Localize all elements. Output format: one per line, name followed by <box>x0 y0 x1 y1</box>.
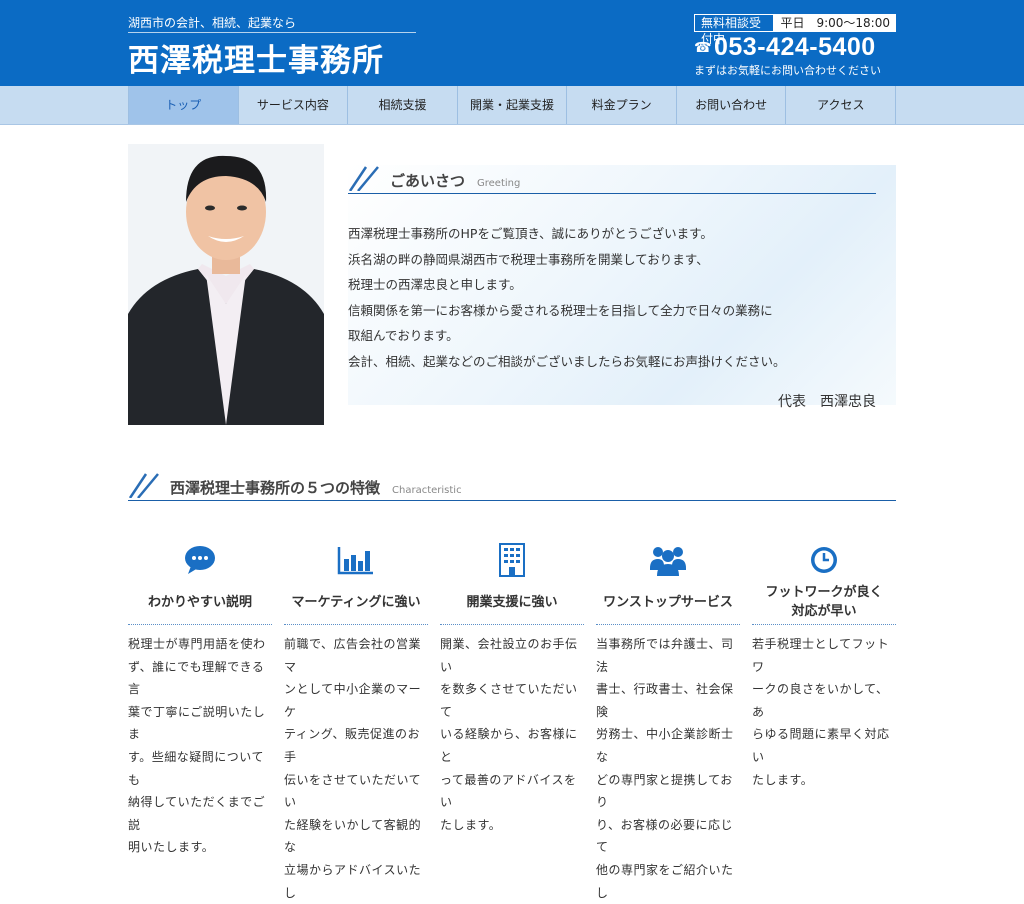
nav-item-services[interactable]: サービス内容 <box>237 86 348 124</box>
greeting-message: 西澤税理士事務所のHPをご覧頂き、誠にありがとうございます。 浜名湖の畔の静岡県… <box>348 223 786 376</box>
feature-title: わかりやすい説明 <box>128 580 272 625</box>
feature-body: 当事務所では弁護士、司法 書士、行政書士、社会保険 労務士、中小企業診断士な ど… <box>596 633 740 904</box>
nav-item-startup[interactable]: 開業・起業支援 <box>456 86 567 124</box>
clock-icon <box>752 540 896 580</box>
feature-body-line: って最善のアドバイスをい <box>440 772 577 810</box>
feature-body-line: たします。 <box>440 817 502 832</box>
group-icon <box>596 540 740 580</box>
feature-body-line: た経験をいかして客観的な <box>284 817 422 855</box>
feature-body-line: 明いたします。 <box>128 840 215 855</box>
feature-body-line: 納得していただくまでご説 <box>128 795 266 832</box>
contact-box: 無料相談受付中 平日 9:00～18:00 ☎ 053-424-5400 まずは… <box>694 14 896 78</box>
greeting-line: 浜名湖の畔の静岡県湖西市で税理士事務所を開業しております、 <box>348 251 709 267</box>
feature-body: 前職で、広告会社の営業マ ンとして中小企業のマーケ ティング、販売促進のお手 伝… <box>284 633 428 904</box>
feature-body-line: す。些細な疑問についても <box>128 749 264 787</box>
feature-body-line: ず、誰にでも理解できる言 <box>128 659 265 697</box>
free-consultation-label: 無料相談受付中 <box>694 14 775 46</box>
feature-body-line: いる経験から、お客様にと <box>440 727 578 764</box>
greeting-heading: ごあいさつ Greeting <box>348 165 876 194</box>
greeting-line: 会計、相続、起業などのご相談がございましたらお気軽にお声掛けください。 <box>348 353 786 369</box>
greeting-panel: ごあいさつ Greeting 西澤税理士事務所のHPをご覧頂き、誠にありがとうご… <box>348 165 896 410</box>
phone-note: まずはお気軽にお問い合わせください <box>694 64 881 77</box>
greeting-subtitle: Greeting <box>477 178 521 189</box>
business-hours: 平日 9:00～18:00 <box>774 14 896 32</box>
feature-body-line: を数多くさせていただいて <box>440 682 578 719</box>
feature-title: マーケティングに強い <box>284 580 428 625</box>
global-nav: トップ サービス内容 相続支援 開業・起業支援 料金プラン お問い合わせ アクセ… <box>0 86 1024 125</box>
feature-body-line: 立場からアドバイスいたし <box>284 862 422 900</box>
feature-body-line: 開業、会社設立のお手伝い <box>440 637 578 674</box>
greeting-line: 西澤税理士事務所のHPをご覧頂き、誠にありがとうございます。 <box>348 226 713 241</box>
feature-body-line: 労務士、中小企業診断士な <box>596 727 734 764</box>
nav-item-top[interactable]: トップ <box>128 86 238 124</box>
building-icon <box>440 540 584 580</box>
phone-number[interactable]: 053-424-5400 <box>714 33 876 62</box>
feature-body-line: 書士、行政書士、社会保険 <box>596 682 734 719</box>
representative-photo <box>128 144 324 425</box>
greeting-section: ごあいさつ Greeting 西澤税理士事務所のHPをご覧頂き、誠にありがとうご… <box>128 144 896 425</box>
feature-body-line: 前職で、広告会社の営業マ <box>284 637 422 674</box>
site-title-logo[interactable]: 西澤税理士事務所 <box>128 32 416 80</box>
greeting-title: ごあいさつ <box>390 172 466 190</box>
features-subtitle: Characteristic <box>392 485 462 496</box>
feature-body: 税理士が専門用語を使わ ず、誰にでも理解できる言 葉で丁寧にご説明いたしま す。… <box>128 633 272 859</box>
nav-item-pricing[interactable]: 料金プラン <box>566 86 676 124</box>
nav-item-contact[interactable]: お問い合わせ <box>675 86 786 124</box>
bar-chart-icon <box>284 540 428 580</box>
feature-body-line: たします。 <box>752 772 814 787</box>
feature-title: フットワークが良く 対応が早い <box>752 580 896 625</box>
feature-title-line: フットワークが良く <box>765 585 883 600</box>
speech-bubble-icon <box>128 540 272 580</box>
feature-body-line: 当事務所では弁護士、司法 <box>596 637 734 674</box>
features-list: わかりやすい説明 税理士が専門用語を使わ ず、誰にでも理解できる言 葉で丁寧にご… <box>128 540 896 904</box>
feature-body-line: どの専門家と提携しており <box>596 772 733 810</box>
feature-item: 開業支援に強い 開業、会社設立のお手伝い を数多くさせていただいて いる経験から… <box>440 540 584 904</box>
features-title: 西澤税理士事務所の５つの特徴 <box>170 479 381 497</box>
heading-slash-icon <box>348 166 379 191</box>
greeting-line: 税理士の西澤忠良と申します。 <box>348 277 522 292</box>
greeting-signature: 代表 西澤忠良 <box>778 394 876 410</box>
nav-item-inheritance[interactable]: 相続支援 <box>347 86 457 124</box>
feature-body-line: らゆる問題に素早く対応い <box>752 727 890 764</box>
nav-item-access[interactable]: アクセス <box>785 86 897 124</box>
heading-slash-icon <box>128 473 159 498</box>
feature-body: 若手税理士としてフットワ ークの良さをいかして、あ らゆる問題に素早く対応い た… <box>752 633 896 791</box>
feature-item: わかりやすい説明 税理士が専門用語を使わ ず、誰にでも理解できる言 葉で丁寧にご… <box>128 540 272 904</box>
feature-item: フットワークが良く 対応が早い 若手税理士としてフットワ ークの良さをいかして、… <box>752 540 896 904</box>
site-tagline: 湖西市の会計、相続、起業なら <box>128 16 297 30</box>
feature-body-line: ティング、販売促進のお手 <box>284 727 420 764</box>
greeting-line: 取組んでおります。 <box>348 328 459 343</box>
greeting-line: 信頼関係を第一にお客様から愛される税理士を目指して全力で日々の業務に <box>348 302 773 318</box>
feature-title: ワンストップサービス <box>596 580 740 625</box>
feature-item: ワンストップサービス 当事務所では弁護士、司法 書士、行政書士、社会保険 労務士… <box>596 540 740 904</box>
feature-title: 開業支援に強い <box>440 580 584 625</box>
feature-body-line: 他の専門家をご紹介いたし <box>596 862 734 900</box>
feature-title-line: 対応が早い <box>791 604 857 619</box>
feature-body-line: 伝いをさせていただいてい <box>284 772 422 810</box>
feature-item: マーケティングに強い 前職で、広告会社の営業マ ンとして中小企業のマーケ ティン… <box>284 540 428 904</box>
feature-body-line: 若手税理士としてフットワ <box>752 637 890 674</box>
feature-body-line: ンとして中小企業のマーケ <box>284 682 422 719</box>
feature-body: 開業、会社設立のお手伝い を数多くさせていただいて いる経験から、お客様にと っ… <box>440 633 584 836</box>
features-heading: 西澤税理士事務所の５つの特徴 Characteristic <box>128 472 896 501</box>
site-header: 湖西市の会計、相続、起業なら 西澤税理士事務所 無料相談受付中 平日 9:00～… <box>0 0 1024 86</box>
feature-body-line: ークの良さをいかして、あ <box>752 682 889 719</box>
feature-body-line: 税理士が専門用語を使わ <box>128 637 266 651</box>
feature-body-line: 葉で丁寧にご説明いたしま <box>128 704 266 742</box>
phone-icon: ☎ <box>694 39 712 56</box>
feature-body-line: り、お客様の必要に応じて <box>596 817 734 855</box>
